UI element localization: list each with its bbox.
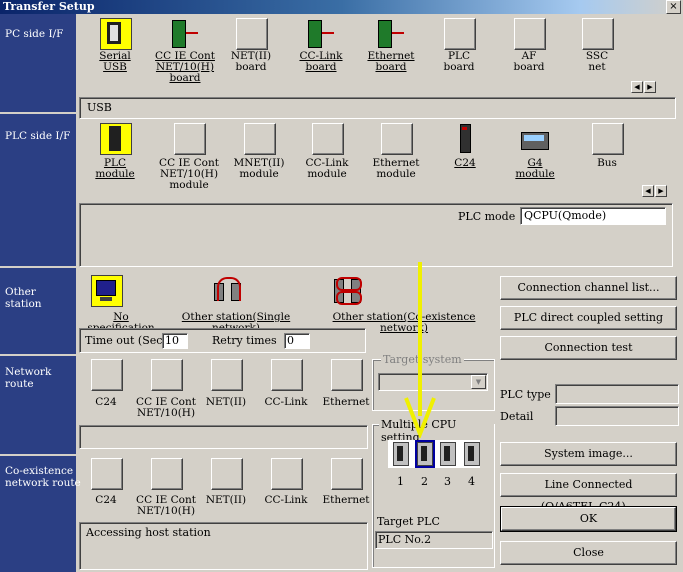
cpu-2-icon[interactable] [415, 440, 435, 468]
plc-mode-label: PLC mode [458, 210, 516, 223]
g4-module-icon[interactable] [520, 123, 550, 153]
plc-type-label: PLC type [500, 388, 551, 401]
cpu-1-label: 1 [397, 475, 404, 488]
plc-board-icon[interactable] [444, 18, 476, 50]
timeout-label: Time out (Sec.) [85, 334, 171, 347]
mnet2-module-icon[interactable] [244, 123, 276, 155]
net2-board-icon[interactable] [236, 18, 268, 50]
single-network-icon [212, 275, 242, 305]
close-button[interactable]: Close [500, 541, 677, 565]
serial-usb-icon[interactable] [100, 18, 132, 50]
coexistence-route-ethernet-icon[interactable] [331, 458, 363, 490]
retry-value: 0 [287, 334, 294, 347]
coexistence-route-label: Co-existence network route [5, 465, 81, 489]
retry-label: Retry times [212, 334, 277, 347]
network-route-cc-ie-icon[interactable] [151, 359, 183, 391]
connection-channel-list-button[interactable]: Connection channel list... [500, 276, 677, 300]
scroll-left-icon[interactable]: ◀ [642, 185, 654, 197]
network-route-net2-icon[interactable] [211, 359, 243, 391]
sidebar: PC side I/F PLC side I/F Other station N… [0, 14, 81, 572]
cc-ie-module-icon[interactable] [174, 123, 206, 155]
no-specification-icon [91, 275, 123, 307]
network-route-cc-link-icon[interactable] [271, 359, 303, 391]
cc-ie-board-icon[interactable] [170, 18, 200, 48]
cpu-4-icon[interactable] [464, 442, 480, 466]
plc-direct-coupled-button[interactable]: PLC direct coupled setting [500, 306, 677, 330]
scroll-left-icon[interactable]: ◀ [631, 81, 643, 93]
close-window-button[interactable]: × [666, 0, 681, 14]
pc-side-info-box: USB [79, 97, 676, 119]
multiple-cpu-group: Multiple CPU setting 1 2 3 4 Target PLC … [372, 418, 495, 568]
divider [0, 266, 76, 268]
ethernet-board-icon[interactable] [376, 18, 406, 48]
network-route-info-box [79, 425, 368, 449]
scroll-right-icon[interactable]: ▶ [644, 81, 656, 93]
af-board-icon[interactable] [514, 18, 546, 50]
cc-link-board-icon[interactable] [306, 18, 336, 48]
detail-field [555, 406, 679, 426]
scroll-right-icon[interactable]: ▶ [655, 185, 667, 197]
ethernet-module-icon[interactable] [381, 123, 413, 155]
annotation-arrow [404, 262, 436, 438]
bus-module-icon[interactable] [592, 123, 624, 155]
timeout-retry-box: Time out (Sec.) 10 Retry times 0 [79, 328, 366, 353]
network-route-c24-icon[interactable] [91, 359, 123, 391]
plc-side-info-box: PLC mode QCPU(Qmode) [79, 203, 673, 267]
window-title: Transfer Setup [3, 0, 95, 13]
ok-button[interactable]: OK [500, 506, 677, 532]
network-route-label: Network route [5, 366, 52, 390]
cpu-3-label: 3 [444, 475, 451, 488]
coexistence-route-c24-icon[interactable] [91, 458, 123, 490]
connection-test-button[interactable]: Connection test [500, 336, 677, 360]
coexistence-route-cc-link-icon[interactable] [271, 458, 303, 490]
target-plc-label: Target PLC [377, 515, 440, 528]
divider [0, 112, 76, 114]
plc-module-icon[interactable] [100, 123, 132, 155]
divider [0, 454, 76, 456]
bus-module-label: Bus [597, 157, 617, 169]
cpu-4-label: 4 [468, 475, 475, 488]
title-bar: Transfer Setup × [0, 0, 683, 14]
ssc-net-label: SSC net [585, 50, 609, 73]
dropdown-arrow-icon[interactable]: ▼ [471, 375, 486, 389]
cpu-1-icon[interactable] [393, 442, 409, 466]
retry-input[interactable]: 0 [284, 333, 310, 349]
coexistence-route-cc-ie-icon[interactable] [151, 458, 183, 490]
pc-side-label: PC side I/F [5, 28, 64, 40]
divider [0, 354, 76, 356]
system-image-button[interactable]: System image... [500, 442, 677, 466]
timeout-value: 10 [165, 334, 179, 347]
ssc-net-icon[interactable] [582, 18, 614, 50]
timeout-input[interactable]: 10 [162, 333, 188, 349]
line-connected-button[interactable]: Line Connected (Q/A6TEL,C24)... [500, 473, 677, 513]
coexistence-route-net2-icon[interactable] [211, 458, 243, 490]
cpu-3-icon[interactable] [440, 442, 456, 466]
coexistence-network-icon [332, 275, 362, 305]
plc-mode-field: QCPU(Qmode) [520, 207, 666, 225]
coexistence-status-text: Accessing host station [86, 526, 211, 539]
target-plc-field: PLC No.2 [375, 531, 493, 549]
coexistence-status-box: Accessing host station [79, 522, 368, 570]
c24-module-icon[interactable] [450, 123, 480, 153]
detail-label: Detail [500, 410, 534, 423]
cpu-2-label: 2 [421, 475, 428, 488]
plc-mode-value: QCPU(Qmode) [524, 209, 607, 222]
target-plc-value: PLC No.2 [378, 533, 432, 546]
plc-module-label: PLC module [95, 157, 135, 180]
pc-side-info-text: USB [87, 101, 112, 114]
other-station-label: Other station [5, 286, 42, 310]
cc-link-module-icon[interactable] [312, 123, 344, 155]
plc-type-field [555, 384, 679, 404]
plc-side-label: PLC side I/F [5, 130, 71, 142]
network-route-ethernet-icon[interactable] [331, 359, 363, 391]
